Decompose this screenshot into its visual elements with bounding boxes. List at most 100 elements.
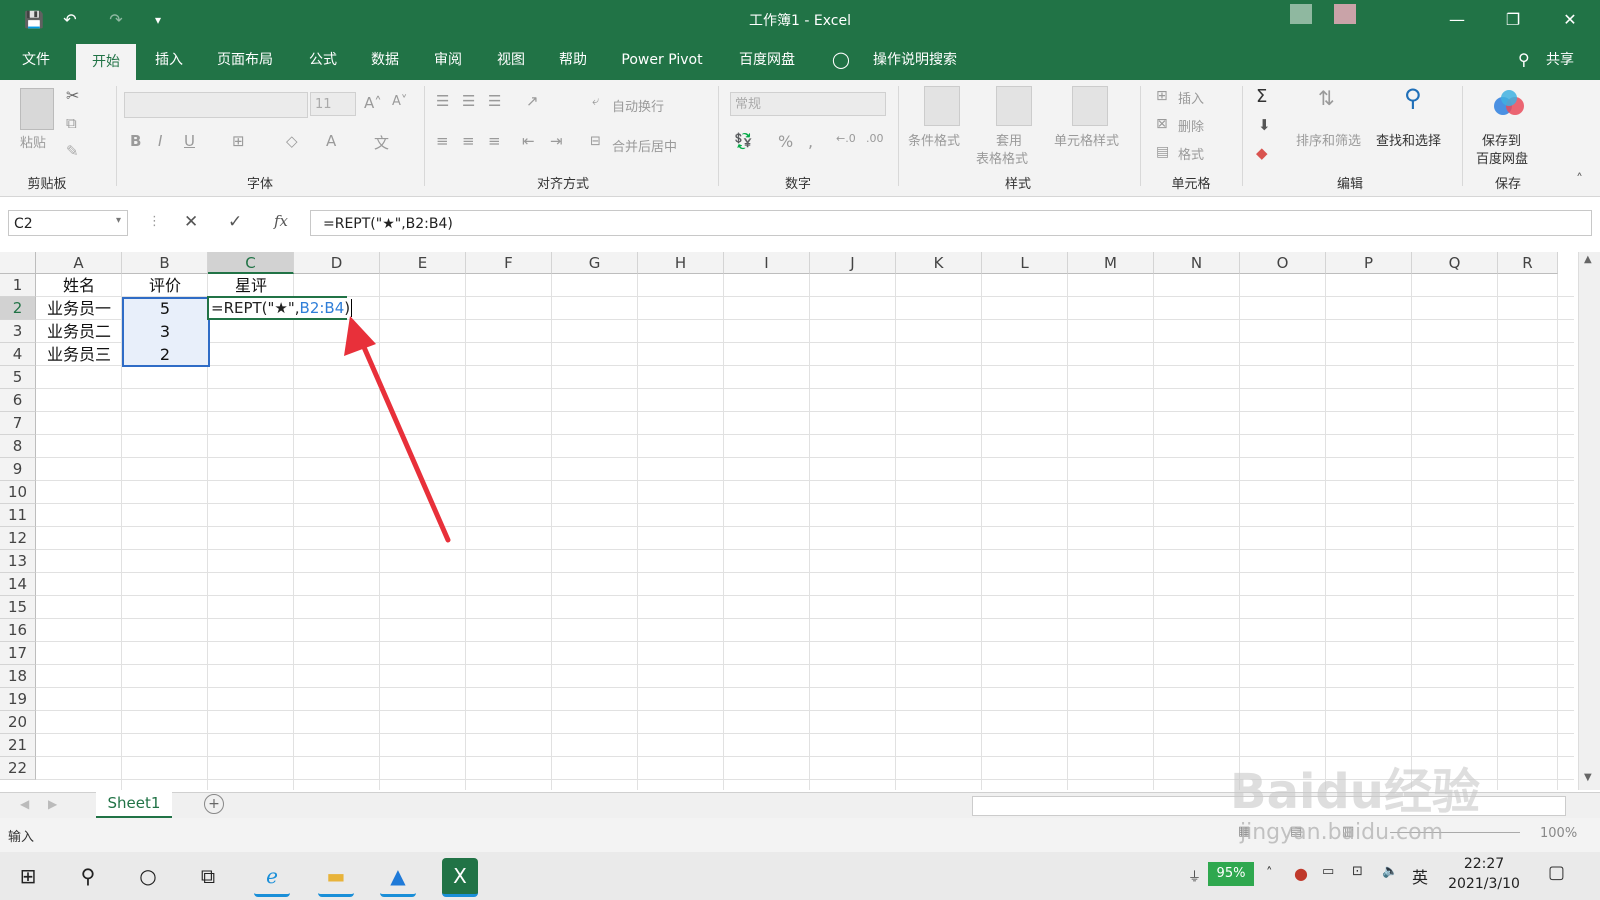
task-view-icon[interactable]: ⧉: [190, 858, 226, 894]
close-button[interactable]: ✕: [1550, 6, 1590, 34]
select-all-corner[interactable]: [0, 252, 36, 274]
clear-icon[interactable]: ◆: [1256, 144, 1268, 162]
battery-indicator[interactable]: 95%: [1208, 862, 1254, 886]
copy-icon[interactable]: ⧉: [66, 114, 77, 132]
column-header[interactable]: A: [36, 252, 122, 274]
conditional-format-button[interactable]: 条件格式: [908, 130, 960, 149]
row-header[interactable]: 19: [0, 688, 36, 711]
clock-time[interactable]: 22:27: [1444, 856, 1524, 872]
row-header[interactable]: 1: [0, 274, 36, 297]
font-size-select[interactable]: 11: [310, 92, 356, 116]
delete-cells-button[interactable]: 删除: [1178, 116, 1204, 135]
tab-file[interactable]: 文件: [14, 40, 58, 80]
column-header[interactable]: K: [896, 252, 982, 274]
row-header[interactable]: 16: [0, 619, 36, 642]
bold-icon[interactable]: B: [130, 132, 141, 150]
battery-icon[interactable]: ▭: [1322, 864, 1334, 879]
align-center-icon[interactable]: ≡: [462, 132, 475, 150]
show-hidden-icons[interactable]: ˄: [1266, 866, 1273, 881]
format-cells-button[interactable]: 格式: [1178, 144, 1204, 163]
align-top-icon[interactable]: ☰: [436, 92, 449, 110]
column-header[interactable]: O: [1240, 252, 1326, 274]
vertical-scrollbar[interactable]: ▲ ▼: [1578, 252, 1600, 790]
column-header[interactable]: M: [1068, 252, 1154, 274]
volume-icon[interactable]: 🔈: [1382, 864, 1398, 879]
sort-filter-button[interactable]: 排序和筛选: [1296, 130, 1361, 149]
insert-cells-icon[interactable]: ⊞: [1156, 88, 1168, 104]
column-header[interactable]: C: [208, 252, 294, 274]
wrap-text-icon[interactable]: ⤶: [592, 94, 599, 109]
format-cells-icon[interactable]: ▤: [1156, 144, 1169, 160]
row-header[interactable]: 7: [0, 412, 36, 435]
windows-start-icon[interactable]: ⊞: [10, 858, 46, 894]
align-right-icon[interactable]: ≡: [488, 132, 501, 150]
zoom-level[interactable]: 100%: [1540, 826, 1577, 841]
row-header[interactable]: 13: [0, 550, 36, 573]
column-header[interactable]: Q: [1412, 252, 1498, 274]
font-color-icon[interactable]: A: [326, 132, 336, 150]
insert-cells-button[interactable]: 插入: [1178, 88, 1204, 107]
cell-B1[interactable]: 评价: [122, 274, 208, 297]
percent-icon[interactable]: %: [778, 132, 793, 151]
align-bottom-icon[interactable]: ☰: [488, 92, 501, 110]
grow-font-icon[interactable]: A˄: [364, 94, 382, 112]
name-box[interactable]: C2: [8, 210, 128, 236]
orientation-icon[interactable]: ↗: [526, 92, 539, 110]
row-header[interactable]: 12: [0, 527, 36, 550]
cortana-icon[interactable]: ○: [130, 858, 166, 894]
cell-A1[interactable]: 姓名: [36, 274, 122, 297]
align-middle-icon[interactable]: ☰: [462, 92, 475, 110]
increase-decimal-icon[interactable]: ←.0: [836, 132, 856, 145]
column-header[interactable]: G: [552, 252, 638, 274]
column-header[interactable]: D: [294, 252, 380, 274]
photos-icon[interactable]: ▲: [380, 858, 416, 897]
tell-me-search[interactable]: 操作说明搜索: [860, 40, 970, 80]
fill-icon[interactable]: ⬇: [1258, 116, 1271, 134]
row-header[interactable]: 20: [0, 711, 36, 734]
column-header[interactable]: L: [982, 252, 1068, 274]
edge-icon[interactable]: ℯ: [254, 858, 290, 897]
increase-indent-icon[interactable]: ⇥: [550, 132, 563, 150]
underline-icon[interactable]: U: [184, 132, 195, 150]
italic-icon[interactable]: I: [158, 132, 162, 150]
tab-review[interactable]: 审阅: [423, 40, 473, 80]
column-header[interactable]: H: [638, 252, 724, 274]
cell-B4[interactable]: 2: [122, 343, 208, 366]
row-header[interactable]: 3: [0, 320, 36, 343]
comma-style-icon[interactable]: ,: [808, 132, 813, 151]
paste-button[interactable]: 粘贴: [20, 132, 46, 151]
find-select-button[interactable]: 查找和选择: [1376, 130, 1441, 149]
format-as-table-button[interactable]: 套用: [996, 130, 1022, 149]
tab-insert[interactable]: 插入: [144, 40, 194, 80]
tab-page-layout[interactable]: 页面布局: [208, 40, 282, 80]
cancel-formula-button[interactable]: ✕: [184, 212, 198, 232]
collapse-ribbon-icon[interactable]: ˄: [1576, 172, 1583, 188]
tab-power-pivot[interactable]: Power Pivot: [614, 40, 710, 80]
wrap-text-button[interactable]: 自动换行: [612, 96, 664, 115]
column-header[interactable]: F: [466, 252, 552, 274]
column-header[interactable]: R: [1498, 252, 1558, 274]
column-header[interactable]: I: [724, 252, 810, 274]
cut-icon[interactable]: ✂: [66, 86, 79, 105]
row-header[interactable]: 17: [0, 642, 36, 665]
row-header[interactable]: 22: [0, 757, 36, 780]
insert-function-button[interactable]: fx: [274, 212, 288, 230]
accounting-format-icon[interactable]: 💱: [734, 132, 753, 150]
number-format-select[interactable]: 常规: [730, 92, 886, 116]
excel-icon[interactable]: X: [442, 858, 478, 897]
font-name-select[interactable]: [124, 92, 308, 118]
row-header[interactable]: 21: [0, 734, 36, 757]
input-method-indicator[interactable]: 英: [1412, 864, 1428, 888]
prev-sheet-icon[interactable]: ◀: [20, 797, 29, 811]
column-header[interactable]: B: [122, 252, 208, 274]
tab-data[interactable]: 数据: [360, 40, 410, 80]
column-header[interactable]: E: [380, 252, 466, 274]
align-left-icon[interactable]: ≡: [436, 132, 449, 150]
share-button[interactable]: 共享: [1540, 40, 1580, 80]
tab-formulas[interactable]: 公式: [298, 40, 348, 80]
border-icon[interactable]: ⊞: [232, 132, 245, 150]
cell-C1[interactable]: 星评: [208, 274, 294, 297]
column-header[interactable]: J: [810, 252, 896, 274]
delete-cells-icon[interactable]: ⊠: [1156, 116, 1168, 132]
name-box-dropdown-icon[interactable]: ▾: [116, 215, 121, 226]
